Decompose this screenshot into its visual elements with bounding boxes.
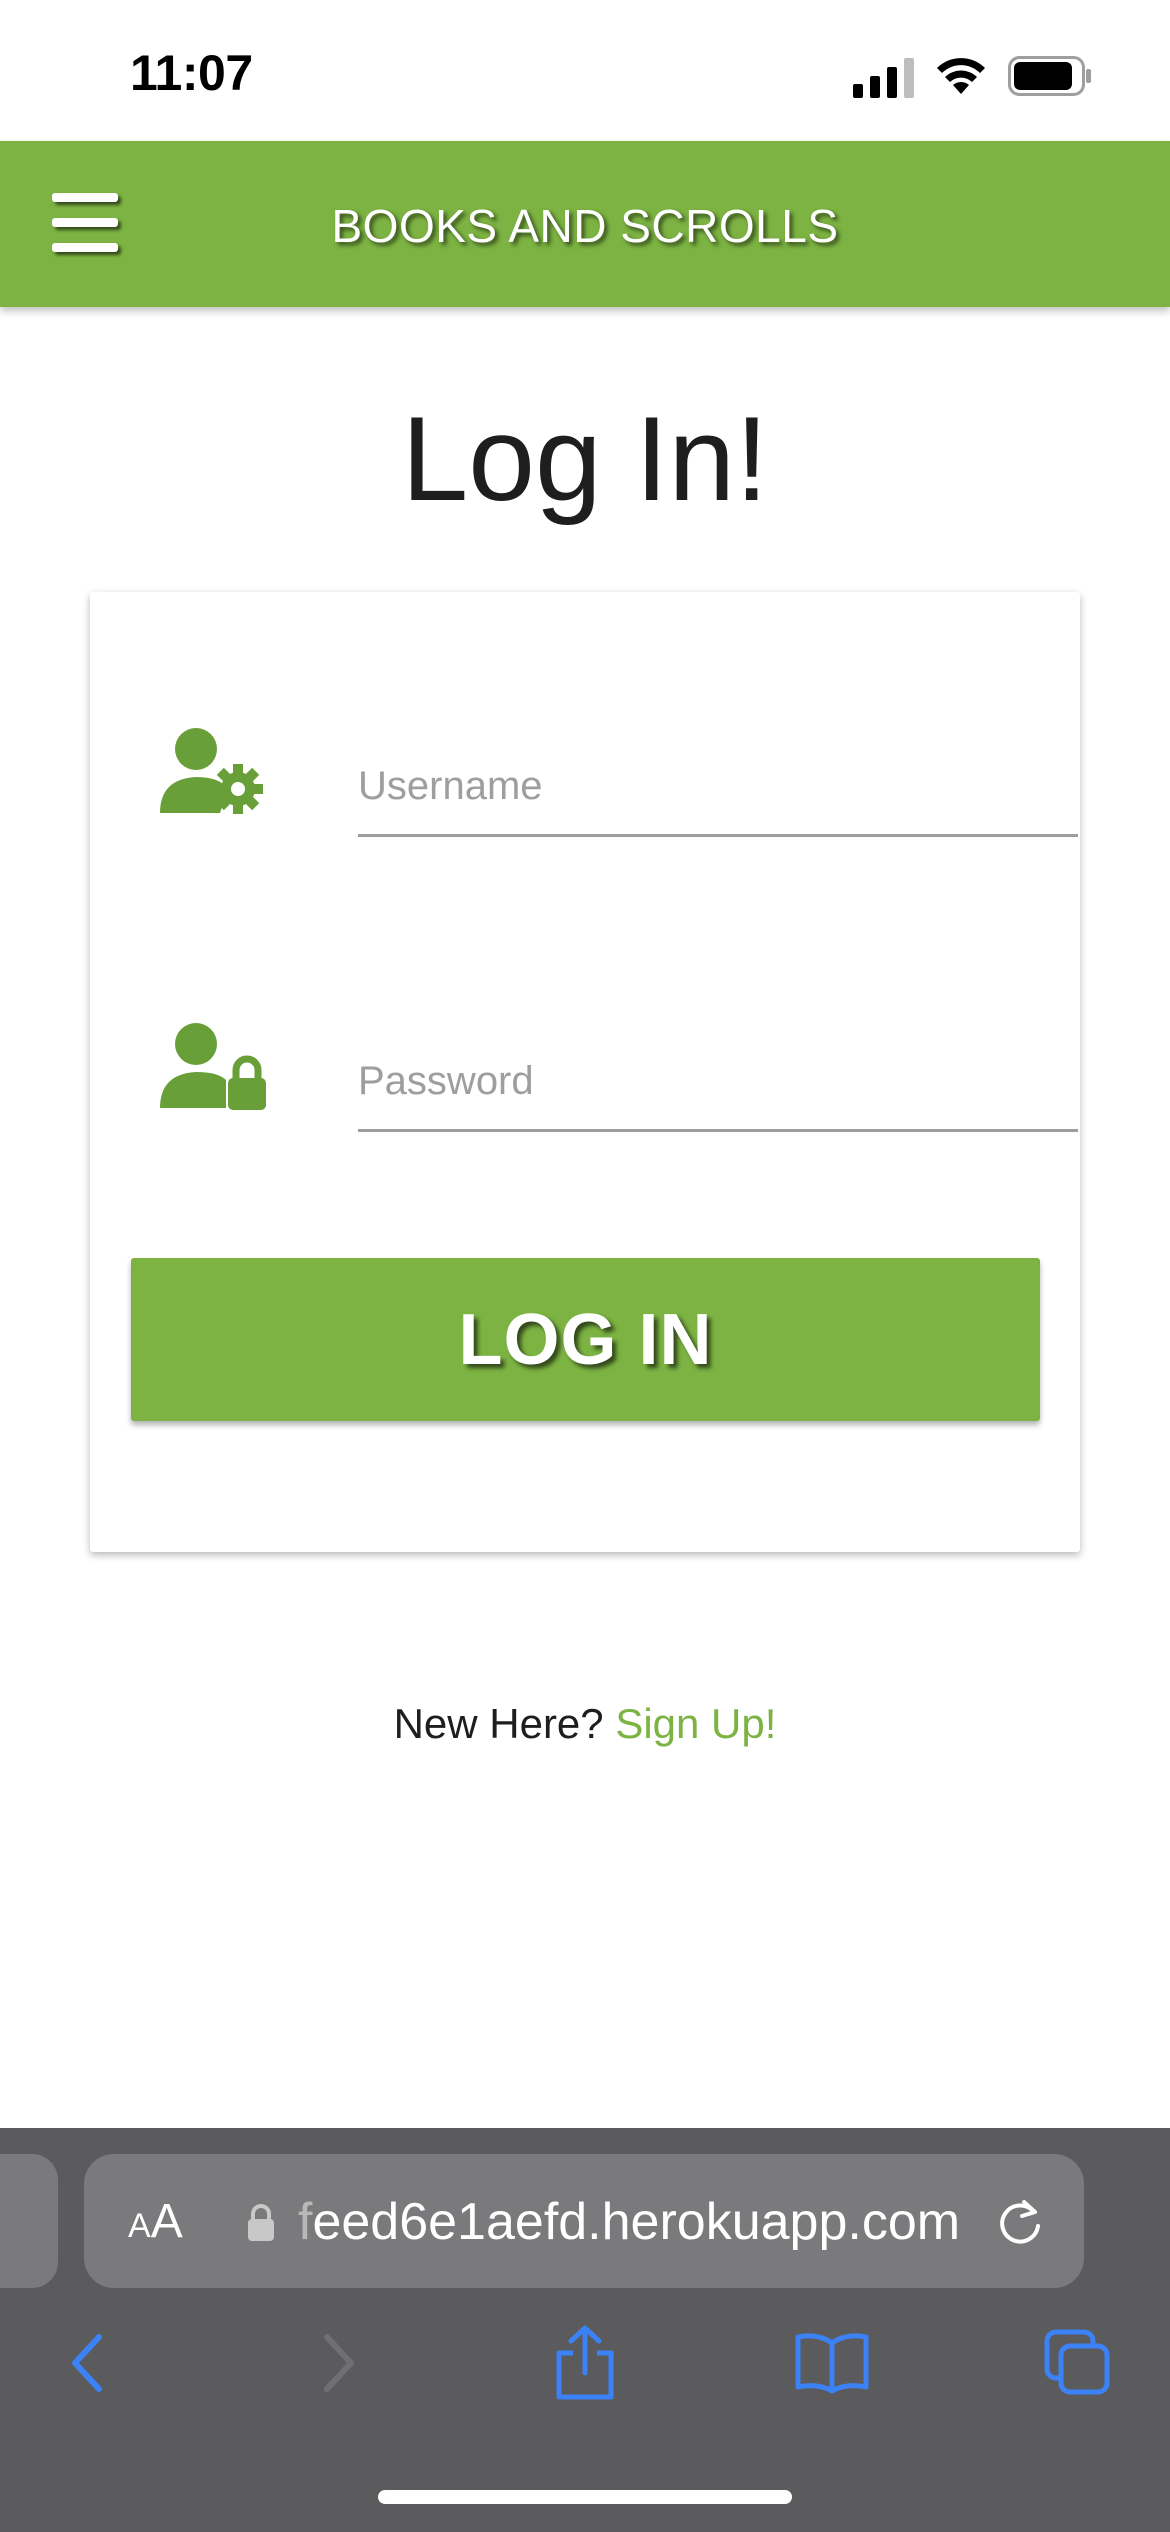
back-button[interactable] [42,2318,132,2408]
share-button[interactable] [540,2318,630,2408]
status-bar: 11:07 [0,0,1170,141]
login-button[interactable]: LOG IN [131,1258,1040,1421]
signup-line: New Here? Sign Up! [0,1700,1170,1748]
forward-icon [324,2334,354,2392]
user-gear-icon [160,728,263,814]
tabs-icon [1044,2329,1110,2395]
username-field [160,727,1078,847]
browser-bottom-bar: AA feed6e1aefd.herokuapp.com [0,2128,1170,2532]
reload-icon[interactable] [994,2196,1046,2248]
page-title: Log In! [401,392,769,526]
cellular-signal-icon [853,58,914,98]
forward-button[interactable] [294,2318,384,2408]
tabs-button[interactable] [1033,2318,1123,2408]
back-icon [72,2334,102,2392]
url-text[interactable]: feed6e1aefd.herokuapp.com [298,2192,960,2252]
text-size-button[interactable]: AA [128,2194,183,2249]
bookmarks-icon [795,2333,869,2394]
lock-icon [248,2204,274,2241]
status-time: 11:07 [130,45,253,101]
previous-tab-preview[interactable] [0,2154,58,2288]
password-input[interactable] [358,1052,1078,1132]
share-icon [556,2325,614,2400]
browser-toolbar [0,2318,1170,2428]
signup-link[interactable]: Sign Up! [615,1700,776,1747]
username-input[interactable] [358,757,1078,837]
bookmarks-button[interactable] [787,2318,877,2408]
password-field [160,1022,1078,1142]
login-card: LOG IN [90,592,1080,1552]
wifi-icon [937,58,985,94]
address-bar[interactable]: AA feed6e1aefd.herokuapp.com [84,2154,1084,2288]
home-indicator [378,2490,792,2504]
battery-icon [1008,56,1091,96]
user-lock-icon [160,1023,266,1110]
brand-title[interactable]: BOOKS AND SCROLLS [0,199,1170,253]
signup-prompt: New Here? [393,1700,604,1747]
navbar: BOOKS AND SCROLLS [0,141,1170,307]
